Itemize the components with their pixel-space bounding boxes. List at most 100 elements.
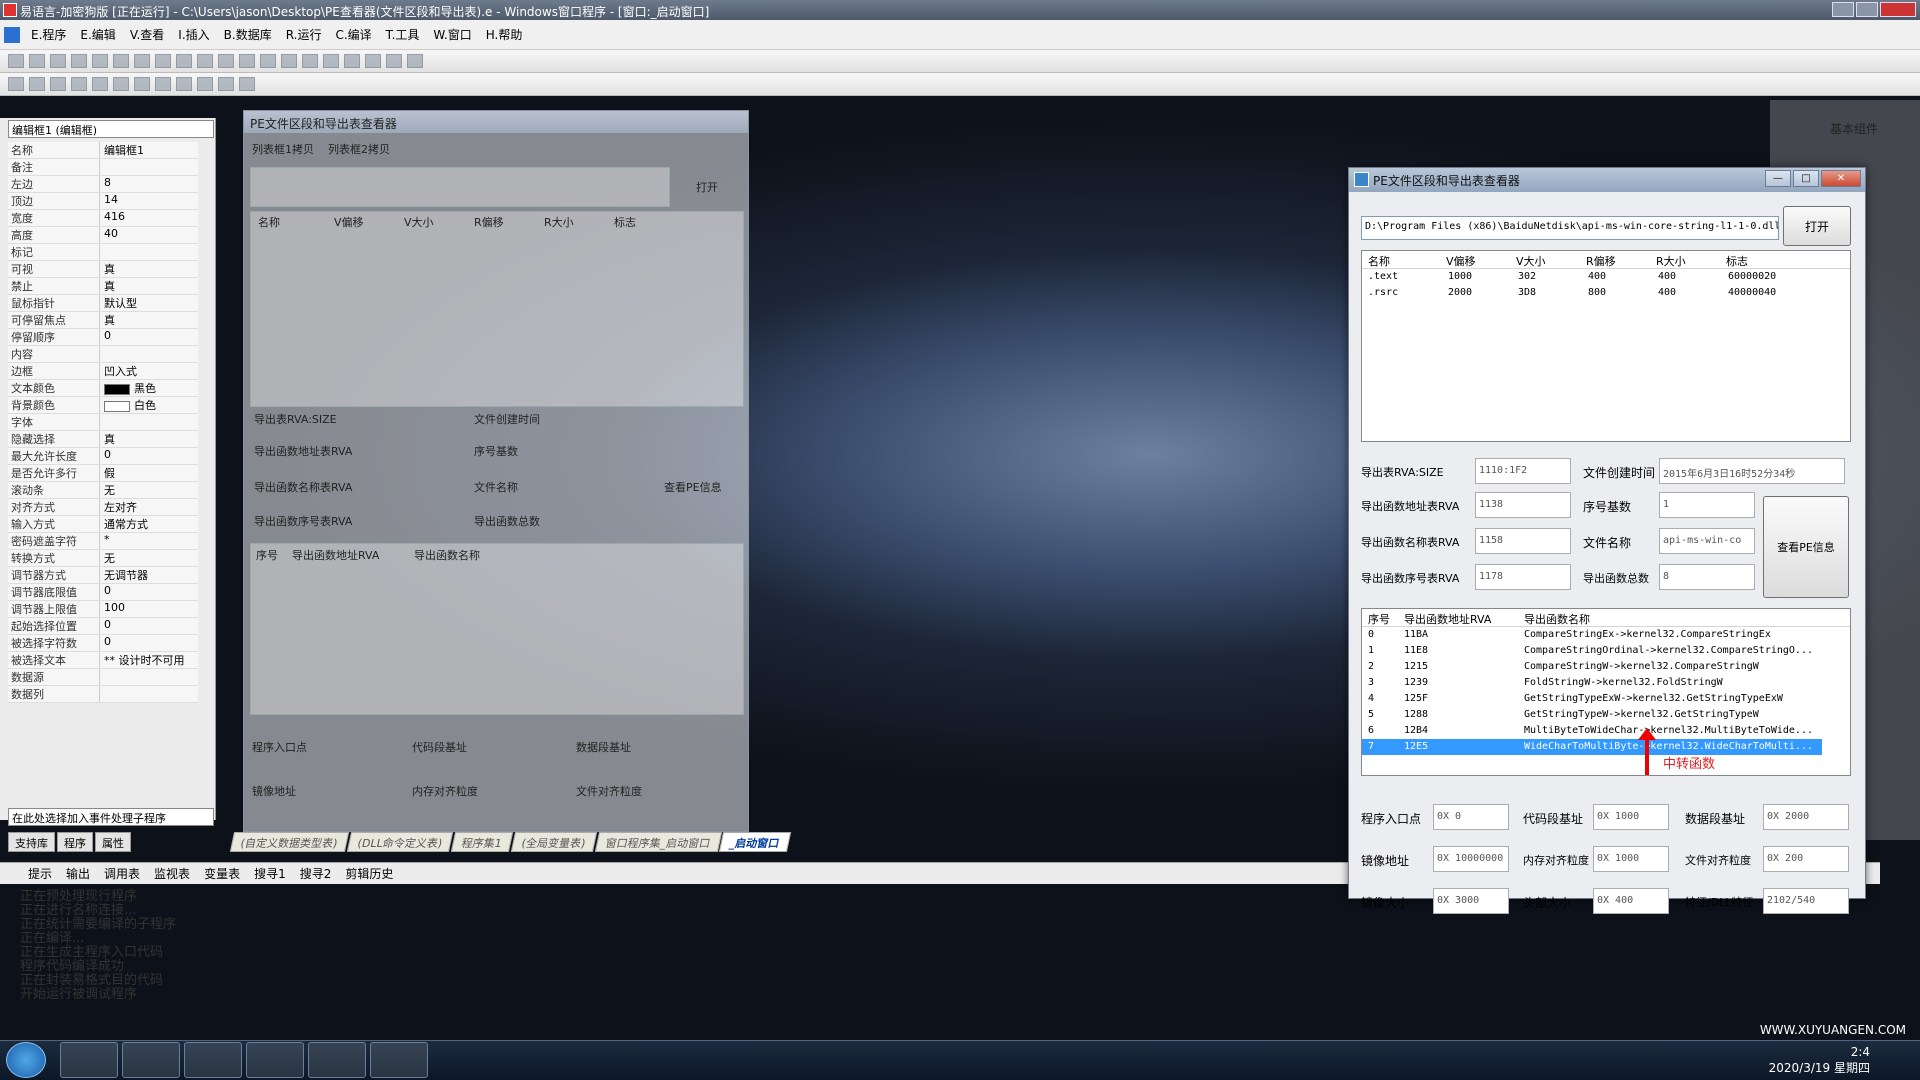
view-pe-info-button[interactable]: 查看PE信息 bbox=[1763, 496, 1849, 598]
header-vsize[interactable]: V大小 bbox=[1516, 253, 1546, 269]
tab-properties[interactable]: 属性 bbox=[95, 832, 131, 852]
system-clock[interactable]: 2:4 2020/3/19 星期四 bbox=[1769, 1044, 1870, 1076]
align-middle-icon[interactable] bbox=[92, 77, 108, 91]
center-icon[interactable] bbox=[239, 77, 255, 91]
list-item[interactable]: 0 11BA CompareStringEx->kernel32.CompareSt… bbox=[1362, 627, 1822, 643]
menu-database[interactable]: B.数据库 bbox=[217, 26, 279, 43]
property-row[interactable]: 内容 bbox=[8, 346, 198, 363]
property-row[interactable]: 隐藏选择真 bbox=[8, 431, 198, 448]
section-list[interactable]: 名称 V偏移 V大小 R偏移 R大小 标志 .text 1000 302 400… bbox=[1361, 250, 1851, 442]
designer-view-button[interactable]: 查看PE信息 bbox=[664, 479, 722, 495]
ord-base-field[interactable]: 1 bbox=[1659, 492, 1755, 518]
align-top-icon[interactable] bbox=[71, 77, 87, 91]
tab-search2[interactable]: 搜寻2 bbox=[300, 865, 332, 882]
pe-maximize-icon[interactable]: □ bbox=[1793, 170, 1819, 187]
designer-path-edit[interactable] bbox=[250, 167, 670, 207]
mem-align-field[interactable]: 0X 1000 bbox=[1593, 846, 1669, 872]
save-icon[interactable] bbox=[50, 54, 66, 68]
stop-icon[interactable] bbox=[281, 54, 297, 68]
table-row[interactable]: .text 1000 302 400 400 60000020 bbox=[1362, 269, 1850, 285]
step-over-icon[interactable] bbox=[323, 54, 339, 68]
property-row[interactable]: 被选择文本 ** 设计时不可用 bbox=[8, 652, 198, 669]
redo-icon[interactable] bbox=[155, 54, 171, 68]
property-row[interactable]: 起始选择位置 0 bbox=[8, 618, 198, 635]
pe-minimize-icon[interactable]: — bbox=[1765, 170, 1791, 187]
list-item[interactable]: 4 125F GetStringTypeExW->kernel32.GetStrin… bbox=[1362, 691, 1822, 707]
paste-icon[interactable] bbox=[113, 54, 129, 68]
taskbar-computer-icon[interactable] bbox=[60, 1042, 118, 1078]
tab-variables[interactable]: 变量表 bbox=[204, 865, 240, 882]
property-row[interactable]: 名称 编辑框1 bbox=[8, 142, 198, 159]
align-right-icon[interactable] bbox=[50, 77, 66, 91]
tab-search1[interactable]: 搜寻1 bbox=[254, 865, 286, 882]
menu-program[interactable]: E.程序 bbox=[24, 26, 73, 43]
list-item[interactable]: 5 1288 GetStringTypeW->kernel32.GetStringT… bbox=[1362, 707, 1822, 723]
property-row[interactable]: 调节器方式 无调节器 bbox=[8, 567, 198, 584]
property-row[interactable]: 文本颜色 黑色 bbox=[8, 380, 198, 397]
align-bottom-icon[interactable] bbox=[113, 77, 129, 91]
file-path-input[interactable]: D:\Program Files (x86)\BaiduNetdisk\api-… bbox=[1361, 216, 1779, 240]
export-list[interactable]: 序号 导出函数地址RVA 导出函数名称 0 11BA CompareStringEx… bbox=[1361, 608, 1851, 776]
open-icon[interactable] bbox=[29, 54, 45, 68]
user-icon[interactable] bbox=[407, 54, 423, 68]
menu-help[interactable]: H.帮助 bbox=[479, 26, 530, 43]
designer-section-list[interactable] bbox=[250, 211, 744, 407]
tab-assembly1[interactable]: 程序集1 bbox=[450, 832, 514, 852]
align-left-icon[interactable] bbox=[8, 77, 24, 91]
menu-run[interactable]: R.运行 bbox=[279, 26, 329, 43]
created-field[interactable]: 2015年6月3日16时52分34秒 bbox=[1659, 458, 1845, 484]
breakpoint-icon[interactable] bbox=[365, 54, 381, 68]
property-row[interactable]: 滚动条无 bbox=[8, 482, 198, 499]
tab-hint[interactable]: 提示 bbox=[28, 865, 52, 882]
property-row[interactable]: 字体 bbox=[8, 414, 198, 431]
same-size-icon[interactable] bbox=[176, 77, 192, 91]
menu-insert[interactable]: I.插入 bbox=[171, 26, 216, 43]
func-name-field[interactable]: 1158 bbox=[1475, 528, 1571, 554]
run-icon[interactable] bbox=[260, 54, 276, 68]
close-icon[interactable] bbox=[1880, 2, 1916, 17]
property-row[interactable]: 输入方式 通常方式 bbox=[8, 516, 198, 533]
find-icon[interactable] bbox=[176, 54, 192, 68]
func-addr-field[interactable]: 1138 bbox=[1475, 492, 1571, 518]
property-row[interactable]: 密码遮盖字符 * bbox=[8, 533, 198, 550]
component-combo[interactable]: 编辑框1 (编辑框) bbox=[8, 120, 214, 138]
property-row[interactable]: 可停留焦点真 bbox=[8, 312, 198, 329]
characteristics-field[interactable]: 2102/540 bbox=[1763, 888, 1849, 914]
property-row[interactable]: 背景颜色 白色 bbox=[8, 397, 198, 414]
list-item[interactable]: 6 12B4 MultiByteToWideChar->kernel32.Multi… bbox=[1362, 723, 1822, 739]
space-v-icon[interactable] bbox=[218, 77, 234, 91]
property-row[interactable]: 调节器底限值 0 bbox=[8, 584, 198, 601]
menu-edit[interactable]: E.编辑 bbox=[73, 26, 122, 43]
pe-close-icon[interactable]: ✕ bbox=[1821, 170, 1861, 187]
hand-icon[interactable] bbox=[386, 54, 402, 68]
entry-field[interactable]: 0X 0 bbox=[1433, 804, 1509, 830]
property-row[interactable]: 鼠标指针 默认型 bbox=[8, 295, 198, 312]
tab-output[interactable]: 输出 bbox=[66, 865, 90, 882]
property-row[interactable]: 数据源 bbox=[8, 669, 198, 686]
property-row[interactable]: 调节器上限值 100 bbox=[8, 601, 198, 618]
menu-tools[interactable]: T.工具 bbox=[379, 26, 427, 43]
header-func-name[interactable]: 导出函数名称 bbox=[1524, 611, 1590, 627]
layout3-icon[interactable] bbox=[239, 54, 255, 68]
tab-window-assembly[interactable]: 窗口程序集_启动窗口 bbox=[594, 832, 722, 852]
table-row[interactable]: .rsrc 2000 3D8 800 400 40000040 bbox=[1362, 285, 1850, 301]
minimize-icon[interactable] bbox=[1832, 2, 1854, 17]
layout2-icon[interactable] bbox=[218, 54, 234, 68]
property-row[interactable]: 左边 8 bbox=[8, 176, 198, 193]
designer-export-list[interactable] bbox=[250, 543, 744, 715]
property-row[interactable]: 停留顺序 0 bbox=[8, 329, 198, 346]
list-item[interactable]: 1 11E8 CompareStringOrdinal->kernel32.Comp… bbox=[1362, 643, 1822, 659]
tab-call-stack[interactable]: 调用表 bbox=[104, 865, 140, 882]
header-voffset[interactable]: V偏移 bbox=[1446, 253, 1476, 269]
space-h-icon[interactable] bbox=[197, 77, 213, 91]
designer-open-button[interactable]: 打开 bbox=[696, 179, 718, 195]
property-row[interactable]: 最大允许长度 0 bbox=[8, 448, 198, 465]
taskbar-explorer-icon[interactable] bbox=[122, 1042, 180, 1078]
menu-compile[interactable]: C.编译 bbox=[328, 26, 378, 43]
property-row[interactable]: 顶边 14 bbox=[8, 193, 198, 210]
data-base-field[interactable]: 0X 2000 bbox=[1763, 804, 1849, 830]
header-name[interactable]: 名称 bbox=[1368, 253, 1390, 269]
layout-icon[interactable] bbox=[197, 54, 213, 68]
export-rva-field[interactable]: 1110:1F2 bbox=[1475, 458, 1571, 484]
taskbar-media-icon[interactable] bbox=[184, 1042, 242, 1078]
